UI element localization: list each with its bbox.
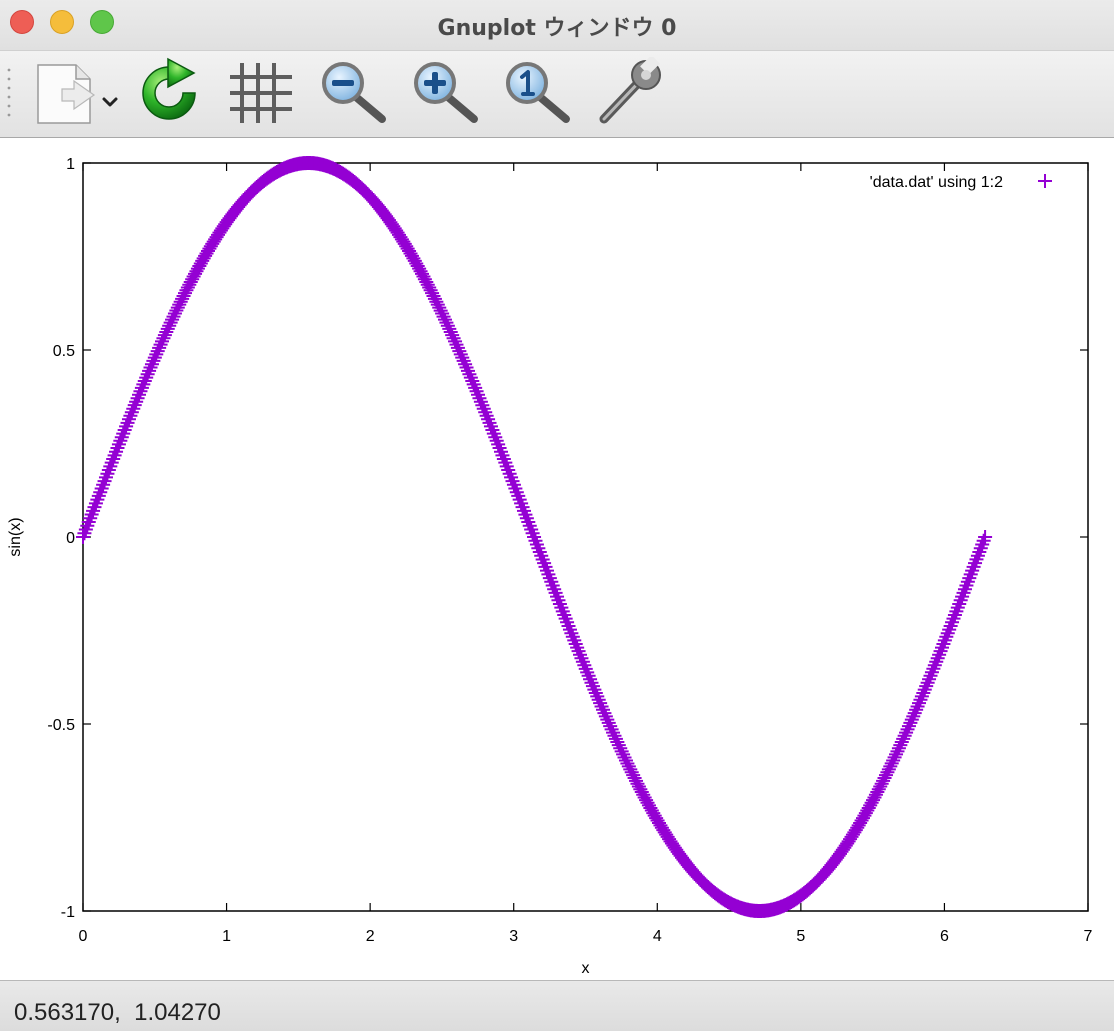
legend: 'data.dat' using 1:2 <box>870 174 1052 191</box>
x-tick-label: 4 <box>653 928 662 945</box>
toolbar <box>0 51 1114 138</box>
window-title: Gnuplot ウィンドウ 0 <box>437 16 677 41</box>
export-button[interactable] <box>32 57 124 129</box>
x-axis: 0 1 2 3 4 5 6 7 <box>79 163 1093 945</box>
x-tick-label: 5 <box>796 928 805 945</box>
y-tick-label: 1 <box>66 156 75 173</box>
mouse-coordinates: 0.563170, 1.04270 <box>14 999 221 1026</box>
y-tick-label: -1 <box>61 904 75 921</box>
x-tick-label: 2 <box>366 928 375 945</box>
x-axis-label: x <box>582 960 590 977</box>
zoom-one-magnifier-icon <box>506 62 570 123</box>
grid-button[interactable] <box>226 57 296 129</box>
y-tick-label: -0.5 <box>47 717 75 734</box>
grid-icon <box>230 63 292 123</box>
x-tick-label: 7 <box>1084 928 1093 945</box>
y-axis: -1 -0.5 0 0.5 1 <box>47 156 1088 921</box>
settings-button[interactable] <box>594 57 664 129</box>
toolbar-grip[interactable] <box>6 67 12 121</box>
y-tick-label: 0 <box>66 530 75 547</box>
chevron-down-icon <box>102 97 118 107</box>
plot-border <box>82 162 1089 912</box>
export-document-icon <box>37 64 118 124</box>
zoom-in-magnifier-icon <box>414 62 478 123</box>
zoom-out-magnifier-icon <box>322 62 386 123</box>
legend-label: 'data.dat' using 1:2 <box>870 174 1003 191</box>
plot-canvas[interactable]: -1 -0.5 0 0.5 1 0 1 2 3 4 5 6 7 x sin(x) 'data.dat'… <box>0 138 1114 980</box>
green-refresh-icon <box>142 57 196 120</box>
x-tick-label: 3 <box>509 928 518 945</box>
x-tick-label: 0 <box>79 928 88 945</box>
zoom-reset-button[interactable] <box>502 57 572 129</box>
wrench-icon <box>599 57 661 124</box>
y-tick-label: 0.5 <box>53 343 75 360</box>
sine-scatter-chart: -1 -0.5 0 0.5 1 0 1 2 3 4 5 6 7 x sin(x) 'data.dat'… <box>7 156 1093 977</box>
status-bar: 0.563170, 1.04270 <box>0 980 1114 1031</box>
y-axis-label: sin(x) <box>7 517 24 556</box>
title-bar: Gnuplot ウィンドウ 0 <box>0 0 1114 51</box>
zoom-out-button[interactable] <box>318 57 388 129</box>
data-series <box>76 156 993 918</box>
x-tick-label: 6 <box>940 928 949 945</box>
legend-marker-plus-icon <box>1038 174 1052 188</box>
x-tick-label: 1 <box>222 928 231 945</box>
replot-button[interactable] <box>134 57 204 129</box>
zoom-in-button[interactable] <box>410 57 480 129</box>
